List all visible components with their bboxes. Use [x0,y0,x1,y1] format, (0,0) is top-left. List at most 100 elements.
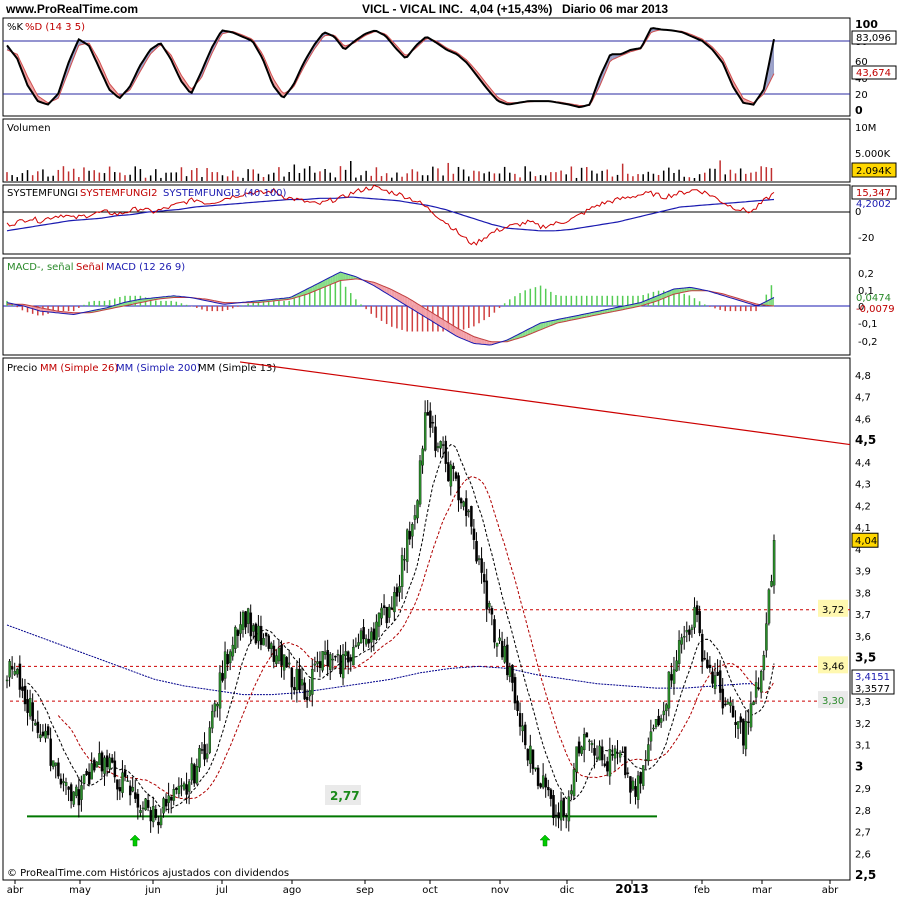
candle-body [254,623,258,644]
candle-body [565,815,568,817]
candle-body [400,555,404,587]
candle-body [198,748,201,768]
candle-body [175,787,178,790]
candle-body [185,784,188,795]
candle-body [288,662,291,665]
candle-body [128,785,132,796]
candle-body [162,798,165,814]
candle-body [28,698,32,717]
candle-body [321,651,324,671]
candle-body [462,501,465,507]
candle-body [503,645,507,663]
candle-body [642,765,645,786]
candle-body [583,734,586,751]
candle-body [677,640,681,664]
candle-body [739,716,743,723]
candle-body [172,789,176,801]
systemfungi2-label: SYSTEMFUNGI2 [80,188,157,199]
price-tick-label: 4,7 [855,393,871,404]
candle-body [208,727,212,753]
candle-body [293,687,296,691]
candle-body [626,772,630,774]
price-tick-label: 3 [855,759,863,773]
candle-body [123,770,127,777]
stock-chart: %K%D (14 3 5)10080604020083,09643,674Vol… [2,17,897,896]
candle-body [675,660,678,672]
candle-body [246,608,250,624]
candle-body [490,608,494,615]
candle-body [182,783,186,790]
candle-body [39,734,42,739]
candle-body [716,671,719,676]
candle-body [744,721,748,750]
stochastic-panel [2,17,851,117]
candle-body [606,761,609,772]
candle-body [277,647,281,662]
ma200-value: 3,4151 [855,672,890,683]
candle-body [5,679,9,682]
candle-body [69,784,73,802]
candle-body [559,800,563,821]
candle-body [75,786,78,796]
candle-body [613,748,617,759]
candle-body [644,759,648,761]
candle-body [703,658,707,660]
candle-body [598,745,601,761]
candle-body [742,718,745,746]
ma13-value: 3,3577 [855,684,890,695]
candle-body [408,531,412,540]
candle-body [18,663,22,690]
candle-body [475,540,478,562]
candle-body [411,524,414,537]
candle-body [347,651,350,663]
candle-body [377,612,381,627]
candle-body [765,623,768,651]
candle-body [95,761,99,768]
candle-body [267,635,271,649]
candle-body [152,806,155,823]
candle-body [126,780,129,782]
candle-body [647,744,650,762]
candle-body [108,757,111,770]
candle-body [734,721,737,726]
candle-body [465,498,468,516]
candle-body [226,654,229,665]
ma13-label: MM (Simple 13) [198,363,276,374]
candle-body [500,640,504,658]
candle-body [724,703,727,706]
stoch-k-value: 83,096 [856,33,891,44]
candle-body [762,655,766,671]
candle-body [241,612,245,630]
price-tick-label: 4,4 [855,458,871,469]
x-axis-label: oct [422,885,438,896]
candle-body [398,586,401,593]
candle-body [118,787,122,792]
candle-body [667,671,671,709]
candle-body [170,796,173,801]
candle-body [252,625,255,632]
candle-body [380,607,383,619]
ma200-label: MM (Simple 200) [116,363,201,374]
candle-body [177,785,181,794]
candle-body [295,668,299,691]
candle-body [305,696,309,701]
price-tick-label: 4,3 [855,480,871,491]
candle-body [316,661,319,664]
macd-signal-value: -0,0079 [856,304,895,315]
candle-body [403,559,406,561]
candle-body [113,760,117,778]
candle-body [683,636,686,638]
candle-body [485,580,489,610]
candle-body [431,422,435,424]
candle-body [239,624,242,634]
candle-body [200,749,204,751]
candle-body [595,757,599,759]
candle-body [459,498,463,504]
price-tick-label: 2,7 [855,828,871,839]
candle-body [31,702,35,721]
candle-body [388,606,391,618]
candle-body [395,587,399,597]
candle-body [572,769,576,797]
candle-body [449,464,453,487]
candle-body [608,749,612,777]
